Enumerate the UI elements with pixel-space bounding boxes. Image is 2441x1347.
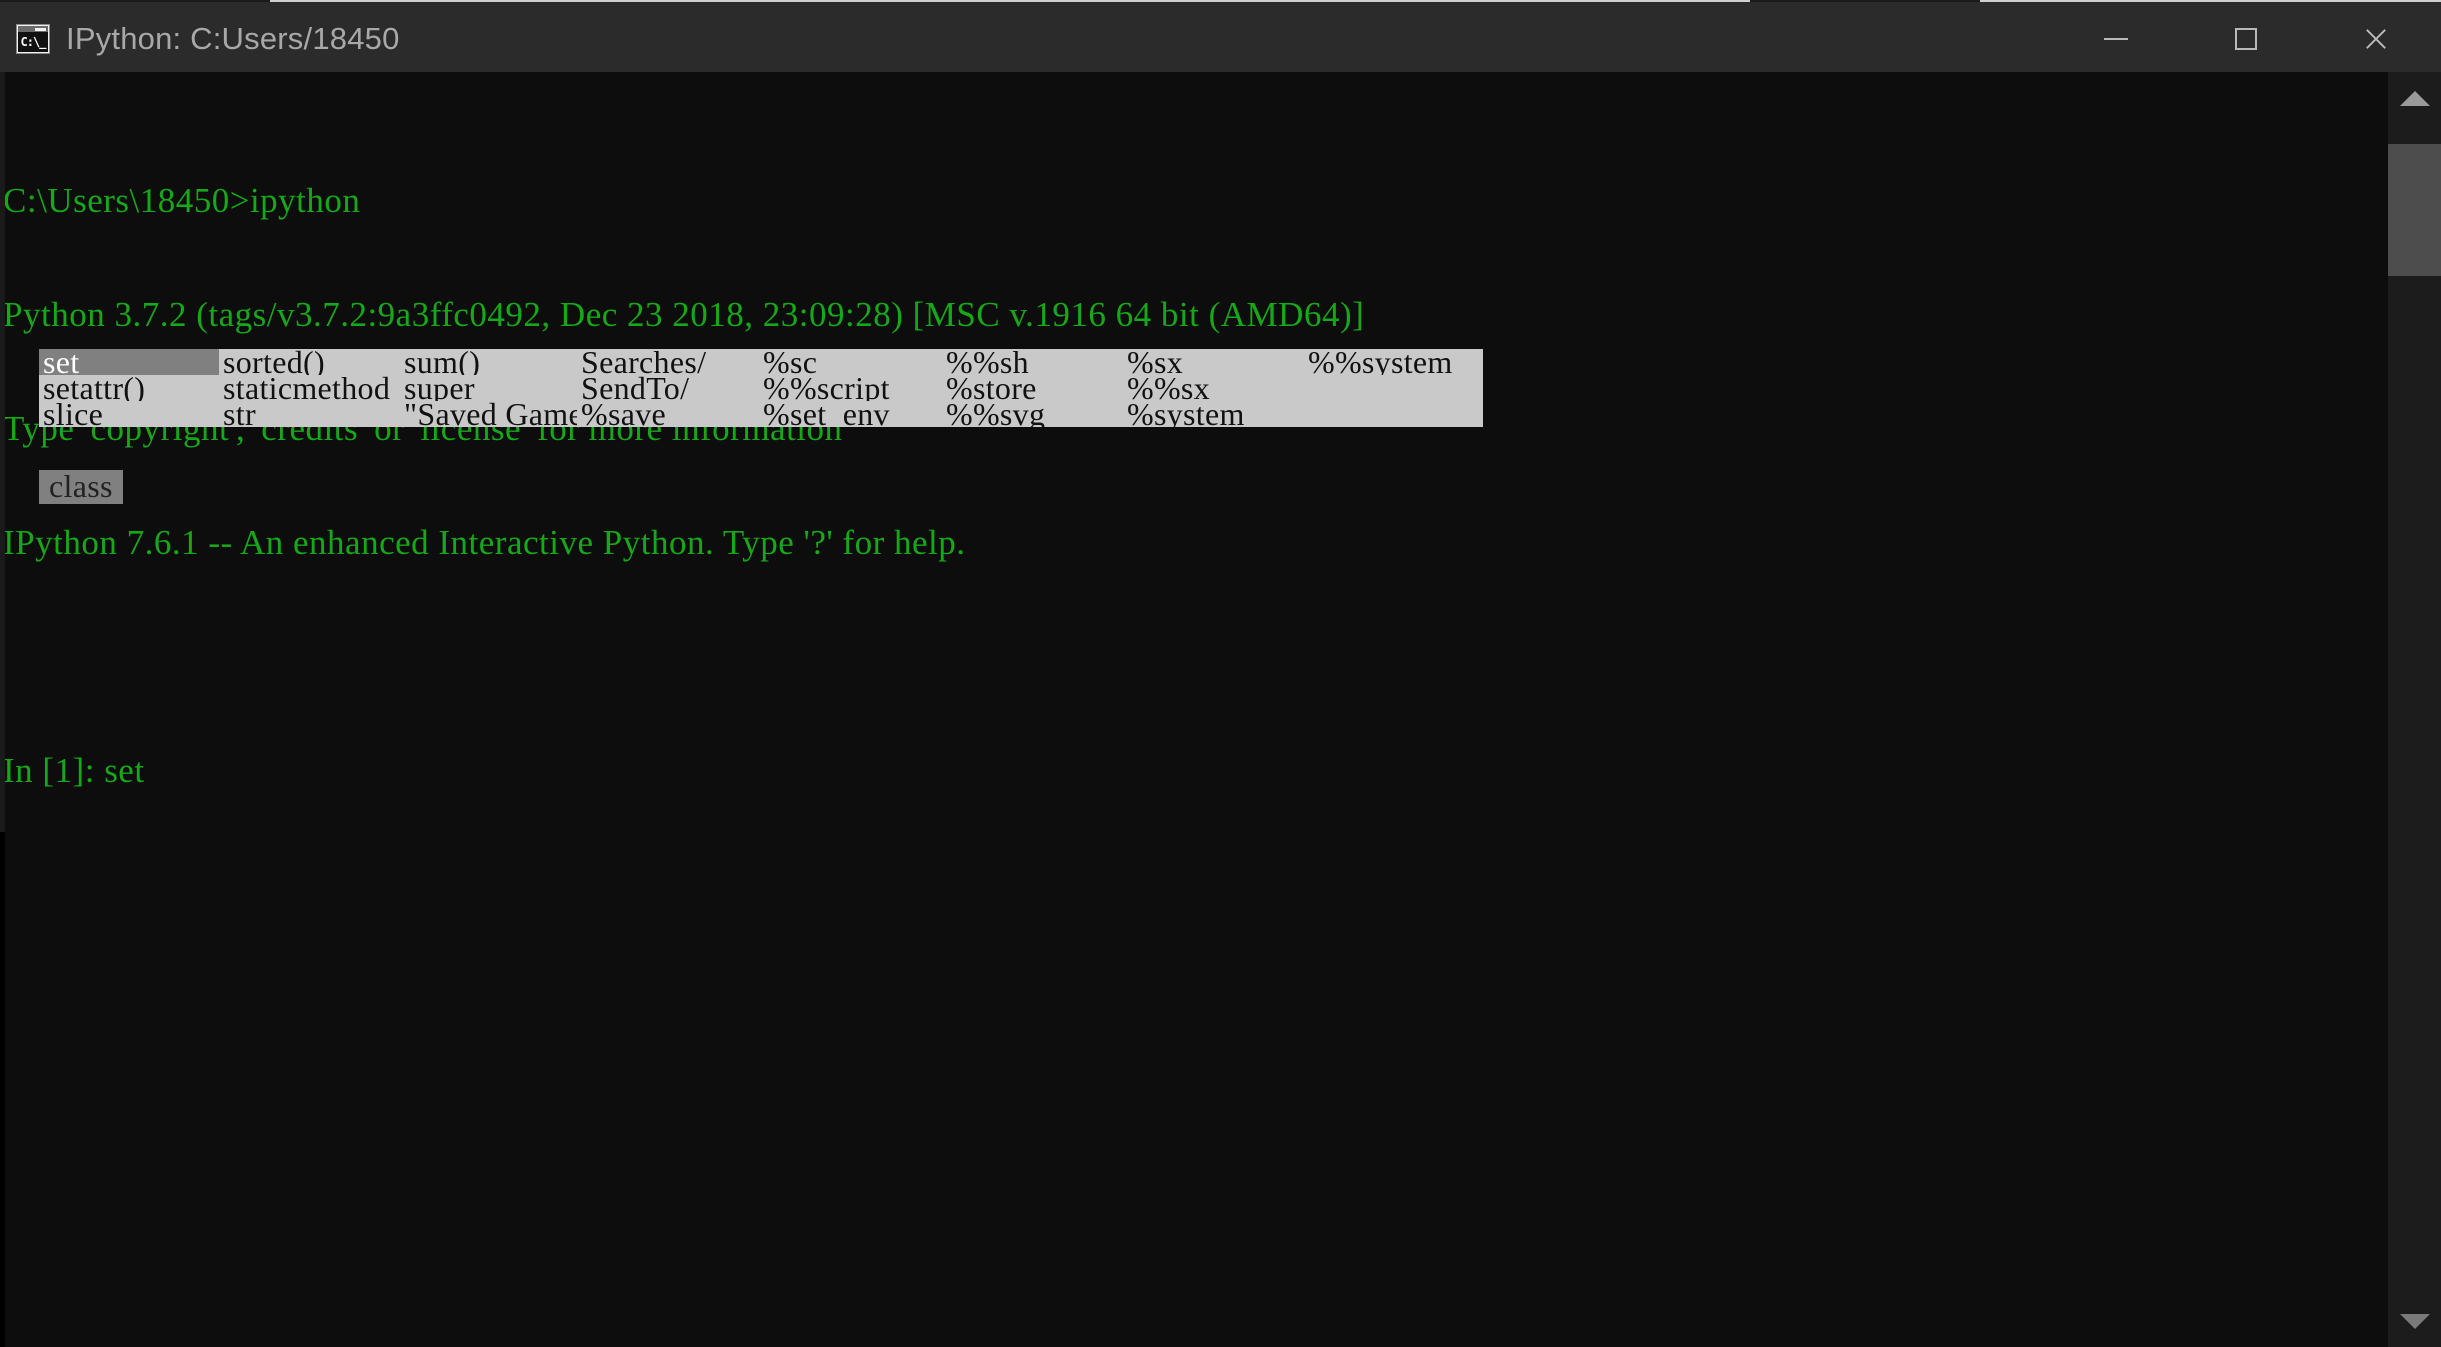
chevron-down-icon — [2399, 1313, 2430, 1329]
completion-item[interactable]: set — [39, 349, 219, 375]
completion-item[interactable]: %set_env — [759, 401, 942, 427]
completion-item[interactable]: %sc — [759, 349, 942, 375]
terminal-line: Python 3.7.2 (tags/v3.7.2:9a3ffc0492, De… — [3, 295, 1365, 334]
vertical-scrollbar[interactable] — [2388, 72, 2441, 1347]
completion-popup[interactable]: set sorted() sum() Searches/ %sc %%sh %s… — [39, 349, 1483, 427]
completion-item[interactable]: sum() — [400, 349, 577, 375]
chevron-up-icon — [2399, 90, 2430, 106]
ipython-console-window: C:\_ IPython: C:Users/18450 C:\Users\184… — [0, 0, 2441, 1347]
minimize-icon — [2104, 38, 2128, 40]
completion-item-empty — [1304, 375, 1483, 401]
minimize-button[interactable] — [2051, 6, 2181, 72]
close-button[interactable] — [2311, 6, 2441, 72]
completion-item[interactable]: Searches/ — [577, 349, 759, 375]
terminal-output-area[interactable]: C:\Users\18450>ipython Python 3.7.2 (tag… — [0, 72, 2388, 1347]
terminal-text: C:\Users\18450>ipython Python 3.7.2 (tag… — [3, 106, 1364, 866]
console-app-icon-prompt: C:\_ — [18, 32, 48, 52]
completion-row: setattr() staticmethod super SendTo/ %%s… — [39, 375, 1483, 401]
maximize-icon — [2235, 28, 2257, 50]
completion-item[interactable]: %%sx — [1123, 375, 1304, 401]
maximize-button[interactable] — [2181, 6, 2311, 72]
completion-item[interactable]: setattr() — [39, 375, 219, 401]
completion-item[interactable]: %system — [1123, 401, 1304, 427]
completion-item[interactable]: %store — [942, 375, 1123, 401]
console-left-border-highlight — [0, 72, 5, 832]
console-app-icon: C:\_ — [16, 24, 50, 54]
completion-item[interactable]: "Saved Games" — [400, 401, 577, 427]
completion-item[interactable]: SendTo/ — [577, 375, 759, 401]
window-top-edge-segment-right — [1750, 0, 1980, 2]
completion-item[interactable]: staticmethod — [219, 375, 400, 401]
completion-item[interactable]: %%script — [759, 375, 942, 401]
scrollbar-thumb[interactable] — [2388, 144, 2441, 276]
completion-item[interactable]: str — [219, 401, 400, 427]
scroll-up-button[interactable] — [2388, 72, 2441, 124]
terminal-line: IPython 7.6.1 -- An enhanced Interactive… — [3, 523, 966, 562]
completion-row: set sorted() sum() Searches/ %sc %%sh %s… — [39, 349, 1483, 375]
console-app-icon-buttons — [35, 28, 46, 31]
terminal-prompt-line: In [1]: set — [3, 751, 145, 790]
titlebar[interactable]: C:\_ IPython: C:Users/18450 — [0, 6, 2441, 72]
completion-item[interactable]: sorted() — [219, 349, 400, 375]
completion-item[interactable]: slice — [39, 401, 219, 427]
completion-item[interactable]: %%sh — [942, 349, 1123, 375]
completion-item[interactable]: %%system — [1304, 349, 1483, 375]
window-title: IPython: C:Users/18450 — [66, 21, 400, 56]
window-controls — [2051, 6, 2441, 72]
completion-item[interactable]: %sx — [1123, 349, 1304, 375]
scroll-down-button[interactable] — [2388, 1295, 2441, 1347]
completion-item-empty — [1304, 401, 1483, 427]
completion-item[interactable]: super — [400, 375, 577, 401]
close-icon — [2363, 26, 2389, 52]
completion-row: slice str "Saved Games" %save %set_env %… — [39, 401, 1483, 427]
completion-item[interactable]: %save — [577, 401, 759, 427]
completion-type-badge: class — [39, 470, 123, 504]
window-top-edge-segment-left — [0, 0, 270, 2]
completion-item[interactable]: %%svg — [942, 401, 1123, 427]
titlebar-left-group: C:\_ IPython: C:Users/18450 — [0, 21, 2051, 57]
scrollbar-track[interactable] — [2388, 124, 2441, 1295]
terminal-line: C:\Users\18450>ipython — [3, 181, 361, 220]
